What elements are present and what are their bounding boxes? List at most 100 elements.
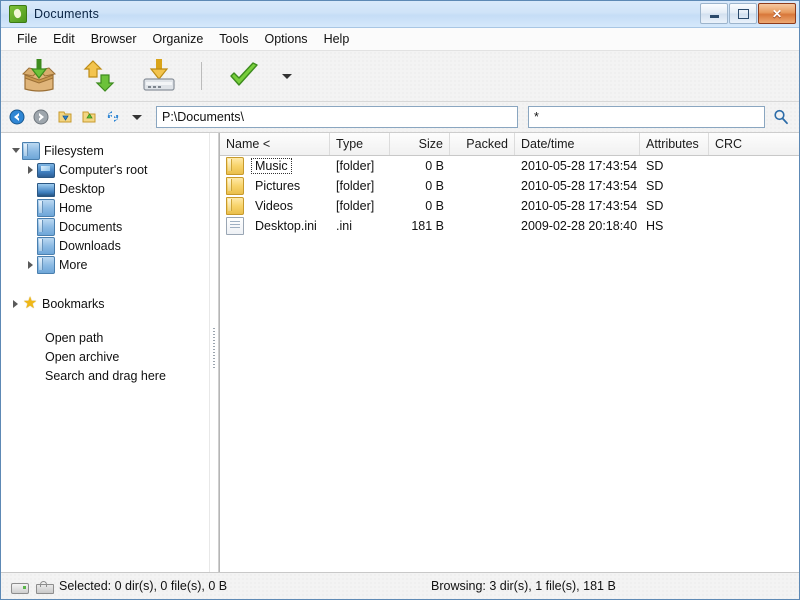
- back-arrow-icon: [9, 109, 25, 125]
- drive-icon: [11, 583, 29, 594]
- save-button[interactable]: [131, 54, 187, 98]
- menu-file[interactable]: File: [9, 30, 45, 48]
- sidebar: Filesystem Computer's root DesktopHomeDocu…: [1, 133, 209, 572]
- file-list-panel: Name < Type Size Packed Date/time AttributesC…: [219, 133, 799, 572]
- search-and-drag-link[interactable]: Search and drag here: [45, 367, 209, 386]
- tree-item-computer-s-root[interactable]: Computer's root: [1, 160, 209, 179]
- cell-packed: [450, 216, 515, 236]
- cell-attributes: SD: [640, 196, 709, 216]
- refresh-button[interactable]: [103, 106, 123, 128]
- minimize-button[interactable]: [700, 3, 728, 24]
- cell-text: [folder]: [336, 179, 374, 193]
- twisty-expanded-icon[interactable]: [9, 148, 22, 153]
- close-button[interactable]: ✕: [758, 3, 796, 24]
- tree-item-downloads[interactable]: Downloads: [1, 236, 209, 255]
- cell-text: 2010-05-28 17:43:54: [521, 179, 637, 193]
- filter-input[interactable]: *: [528, 106, 765, 128]
- column-header-size[interactable]: Size: [390, 133, 450, 155]
- tree-item-label: More: [59, 258, 87, 272]
- folder-blue-icon: [37, 199, 55, 217]
- column-header-name[interactable]: Name <: [220, 133, 330, 155]
- cell-text: 2010-05-28 17:43:54: [521, 199, 637, 213]
- twisty-collapsed-icon[interactable]: [9, 300, 22, 308]
- menu-browser[interactable]: Browser: [83, 30, 145, 48]
- column-header-label: Name <: [226, 137, 270, 151]
- desktop-icon: [37, 183, 55, 197]
- folder-blue-icon: [37, 218, 55, 236]
- window-title: Documents: [34, 7, 99, 21]
- maximize-button[interactable]: [729, 3, 757, 24]
- folder-yellow-icon: [226, 177, 244, 195]
- cell-packed: [450, 196, 515, 216]
- file-manager-window: Documents ✕ File Edit Browser Organize T…: [0, 0, 800, 600]
- open-archive-link[interactable]: Open archive: [45, 348, 209, 367]
- folder-up-icon: [81, 109, 97, 125]
- cell-attributes: SD: [640, 156, 709, 176]
- twisty-collapsed-icon[interactable]: [24, 261, 37, 269]
- cell-text: [folder]: [336, 159, 374, 173]
- column-header-crc[interactable]: CRC: [709, 133, 799, 155]
- test-dropdown-button[interactable]: [276, 54, 298, 98]
- cell-text: SD: [646, 179, 663, 193]
- tree-item-documents[interactable]: Documents: [1, 217, 209, 236]
- file-row[interactable]: Videos[folder]0 B2010-05-28 17:43:54SD: [220, 196, 799, 216]
- file-icon: [226, 217, 244, 235]
- path-input[interactable]: P:\Documents\: [156, 106, 518, 128]
- column-header-packed[interactable]: Packed: [450, 133, 515, 155]
- file-name-label: Desktop.ini: [252, 219, 320, 233]
- cell-packed: [450, 176, 515, 196]
- close-icon: ✕: [772, 8, 782, 20]
- column-header-attributes[interactable]: Attributes: [640, 133, 709, 155]
- file-name-label: Pictures: [252, 179, 303, 193]
- up-down-arrows-icon: [79, 57, 119, 95]
- menu-edit[interactable]: Edit: [45, 30, 83, 48]
- add-button[interactable]: [71, 54, 127, 98]
- column-header-date-time[interactable]: Date/time: [515, 133, 640, 155]
- cell-text: SD: [646, 159, 663, 173]
- column-header-type[interactable]: Type: [330, 133, 390, 155]
- extract-button[interactable]: [11, 54, 67, 98]
- forward-button[interactable]: [31, 106, 51, 128]
- file-row[interactable]: Music[folder]0 B2010-05-28 17:43:54SD: [220, 156, 799, 176]
- column-header-label: Date/time: [521, 137, 575, 151]
- tree-item-label: Computer's root: [59, 163, 148, 177]
- title-bar: Documents ✕: [1, 1, 799, 28]
- status-bar: Selected: 0 dir(s), 0 file(s), 0 B Brows…: [1, 572, 799, 599]
- tree-item-more[interactable]: More: [1, 255, 209, 274]
- menu-help[interactable]: Help: [316, 30, 358, 48]
- back-button[interactable]: [7, 106, 27, 128]
- column-header-label: Size: [419, 137, 443, 151]
- folder-up-button[interactable]: [79, 106, 99, 128]
- status-selected-text: Selected: 0 dir(s), 0 file(s), 0 B: [59, 579, 227, 593]
- tree-item-bookmarks[interactable]: ★Bookmarks: [1, 294, 209, 313]
- search-button[interactable]: [769, 106, 793, 128]
- menu-organize[interactable]: Organize: [145, 30, 212, 48]
- tree-item-desktop[interactable]: Desktop: [1, 179, 209, 198]
- cell-attributes: HS: [640, 216, 709, 236]
- path-value: P:\Documents\: [162, 110, 244, 124]
- lock-icon: [36, 584, 54, 594]
- cell-datetime: 2010-05-28 17:43:54: [515, 156, 640, 176]
- panel-splitter[interactable]: [209, 133, 219, 572]
- refresh-icon: [105, 109, 121, 125]
- test-button[interactable]: [216, 54, 272, 98]
- folder-down-button[interactable]: [55, 106, 75, 128]
- cell-name: Pictures: [220, 176, 330, 196]
- menu-options[interactable]: Options: [256, 30, 315, 48]
- tree-item-home[interactable]: Home: [1, 198, 209, 217]
- cell-type: [folder]: [330, 176, 390, 196]
- file-row[interactable]: Desktop.ini.ini181 B2009-02-28 20:18:40H…: [220, 216, 799, 236]
- history-dropdown-button[interactable]: [127, 106, 147, 128]
- tree-item-filesystem[interactable]: Filesystem: [1, 141, 209, 160]
- file-row[interactable]: Pictures[folder]0 B2010-05-28 17:43:54SD: [220, 176, 799, 196]
- cell-text: 2010-05-28 17:43:54: [521, 159, 637, 173]
- twisty-collapsed-icon[interactable]: [24, 166, 37, 174]
- open-path-link[interactable]: Open path: [45, 329, 209, 348]
- cell-crc: [709, 176, 799, 196]
- menu-tools[interactable]: Tools: [211, 30, 256, 48]
- minimize-icon: [710, 15, 719, 18]
- folder-down-icon: [57, 109, 73, 125]
- cell-name: Desktop.ini: [220, 216, 330, 236]
- file-list-header: Name < Type Size Packed Date/time AttributesC…: [220, 133, 799, 156]
- cell-size: 0 B: [390, 196, 450, 216]
